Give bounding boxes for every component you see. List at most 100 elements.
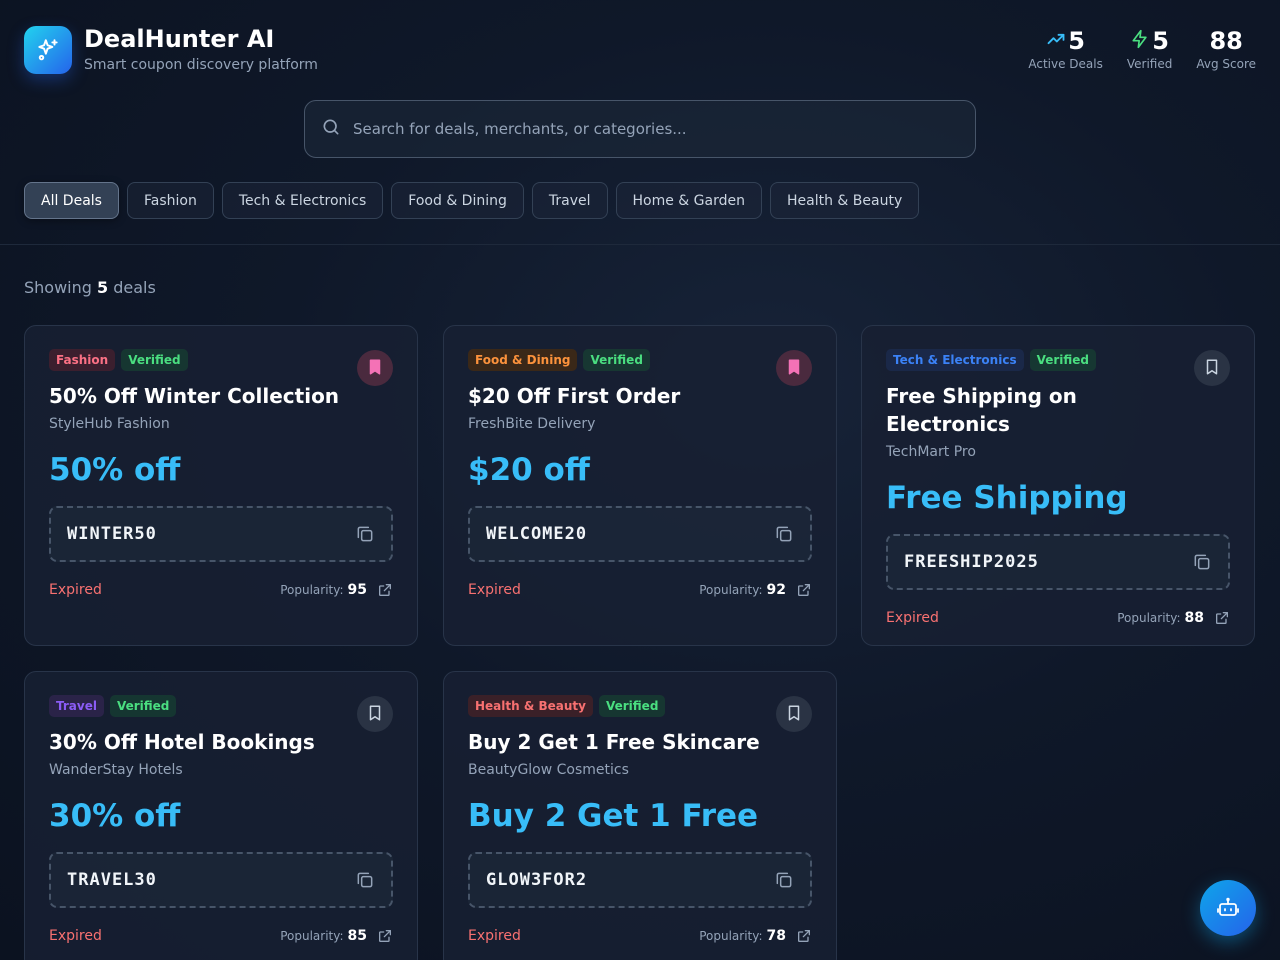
results-suffix: deals [113, 278, 156, 297]
merchant-name: FreshBite Delivery [468, 416, 596, 432]
bookmark-icon [785, 704, 803, 725]
discount-amount: 30% off [49, 798, 181, 834]
copy-icon[interactable] [355, 524, 375, 544]
popularity: Popularity: 92 [699, 582, 812, 598]
deal-card: Health & Beauty Verified Buy 2 Get 1 Fre… [443, 671, 837, 960]
coupon-code: GLOW3FOR2 [486, 870, 588, 890]
search-icon [321, 117, 341, 141]
popularity-label: Popularity: [280, 583, 344, 597]
external-link-icon[interactable] [377, 928, 393, 944]
popularity-value: 85 [347, 928, 367, 944]
stat-label: Avg Score [1196, 57, 1256, 71]
ai-assistant-button[interactable] [1200, 880, 1256, 936]
discount-amount: 50% off [49, 452, 181, 488]
deal-status: Expired [49, 928, 102, 944]
category-badge: Health & Beauty [468, 695, 593, 717]
filter-food-dining[interactable]: Food & Dining [391, 182, 524, 219]
category-badge: Fashion [49, 349, 116, 371]
external-link-icon[interactable] [796, 928, 812, 944]
search-input[interactable] [353, 101, 975, 157]
bookmark-button[interactable] [776, 696, 812, 732]
stat-active-deals: 5 Active Deals [1028, 26, 1103, 71]
copy-icon[interactable] [774, 870, 794, 890]
card-footer: Expired Popularity: 78 [468, 926, 812, 946]
discount-amount: Buy 2 Get 1 Free [468, 798, 759, 834]
header-divider [0, 244, 1280, 245]
popularity: Popularity: 95 [280, 582, 393, 598]
bookmark-button[interactable] [357, 350, 393, 386]
stat-value: 5 [1068, 27, 1085, 55]
stat-label: Verified [1126, 57, 1173, 71]
external-link-icon[interactable] [796, 582, 812, 598]
results-count: Showing 5 deals [24, 278, 156, 297]
deal-card: Travel Verified 30% Off Hotel Bookings W… [24, 671, 418, 960]
filter-fashion[interactable]: Fashion [126, 182, 214, 219]
copy-icon[interactable] [1192, 552, 1212, 572]
card-badges: Health & Beauty Verified [468, 694, 812, 718]
popularity-label: Popularity: [699, 583, 763, 597]
popularity-label: Popularity: [280, 929, 344, 943]
coupon-code: WINTER50 [67, 524, 157, 544]
verified-badge: Verified [583, 349, 650, 371]
bookmark-icon [366, 704, 384, 725]
bookmark-button[interactable] [776, 350, 812, 386]
bookmark-button[interactable] [357, 696, 393, 732]
card-footer: Expired Popularity: 88 [886, 608, 1230, 628]
merchant-name: StyleHub Fashion [49, 416, 170, 432]
stat-value: 5 [1152, 27, 1169, 55]
sparkles-icon [24, 25, 72, 74]
deal-status: Expired [49, 582, 102, 598]
deal-title: 50% Off Winter Collection [49, 384, 340, 408]
external-link-icon[interactable] [377, 582, 393, 598]
coupon-code-box[interactable]: WELCOME20 [468, 506, 812, 562]
stats-bar: 5 Active Deals 5 Verified 88 Avg Score [1028, 26, 1256, 71]
app-subtitle: Smart coupon discovery platform [84, 57, 318, 73]
coupon-code-box[interactable]: GLOW3FOR2 [468, 852, 812, 908]
verified-badge: Verified [121, 349, 188, 371]
filter-all-deals[interactable]: All Deals [24, 182, 119, 219]
deal-card: Fashion Verified 50% Off Winter Collecti… [24, 325, 418, 646]
category-badge: Food & Dining [468, 349, 578, 371]
verified-badge: Verified [598, 695, 666, 717]
external-link-icon[interactable] [1214, 610, 1230, 626]
coupon-code-box[interactable]: FREESHIP2025 [886, 534, 1230, 590]
bookmark-button[interactable] [1194, 350, 1230, 386]
coupon-code: TRAVEL30 [67, 870, 157, 890]
popularity: Popularity: 85 [280, 928, 393, 944]
coupon-code-box[interactable]: TRAVEL30 [49, 852, 393, 908]
copy-icon[interactable] [774, 524, 794, 544]
copy-icon[interactable] [355, 870, 375, 890]
results-number: 5 [97, 278, 109, 297]
deal-title: Buy 2 Get 1 Free Skincare [468, 730, 760, 754]
coupon-code: WELCOME20 [486, 524, 588, 544]
bookmark-icon [366, 358, 384, 379]
category-badge: Tech & Electronics [886, 349, 1024, 371]
verified-badge: Verified [109, 695, 177, 717]
category-filters: All Deals Fashion Tech & Electronics Foo… [24, 182, 920, 219]
robot-icon [1216, 896, 1240, 920]
card-footer: Expired Popularity: 85 [49, 926, 393, 946]
deal-status: Expired [886, 610, 939, 626]
app-title: DealHunter AI [84, 25, 275, 53]
deal-status: Expired [468, 928, 521, 944]
bookmark-icon [1203, 358, 1221, 379]
lightning-icon [1130, 29, 1150, 53]
deal-title: 30% Off Hotel Bookings [49, 730, 315, 754]
popularity-value: 78 [766, 928, 786, 944]
coupon-code: FREESHIP2025 [904, 552, 1039, 572]
popularity-label: Popularity: [1117, 611, 1181, 625]
discount-amount: Free Shipping [886, 480, 1128, 516]
filter-tech-electronics[interactable]: Tech & Electronics [221, 182, 384, 219]
popularity-value: 92 [766, 582, 786, 598]
card-badges: Travel Verified [49, 694, 393, 718]
card-footer: Expired Popularity: 95 [49, 580, 393, 600]
stat-label: Active Deals [1028, 57, 1103, 71]
popularity-value: 95 [347, 582, 367, 598]
coupon-code-box[interactable]: WINTER50 [49, 506, 393, 562]
filter-home-garden[interactable]: Home & Garden [615, 182, 762, 219]
filter-health-beauty[interactable]: Health & Beauty [770, 182, 920, 219]
deal-card: Food & Dining Verified $20 Off First Ord… [443, 325, 837, 646]
category-badge: Travel [49, 695, 104, 717]
filter-travel[interactable]: Travel [531, 182, 608, 219]
popularity: Popularity: 78 [699, 928, 812, 944]
